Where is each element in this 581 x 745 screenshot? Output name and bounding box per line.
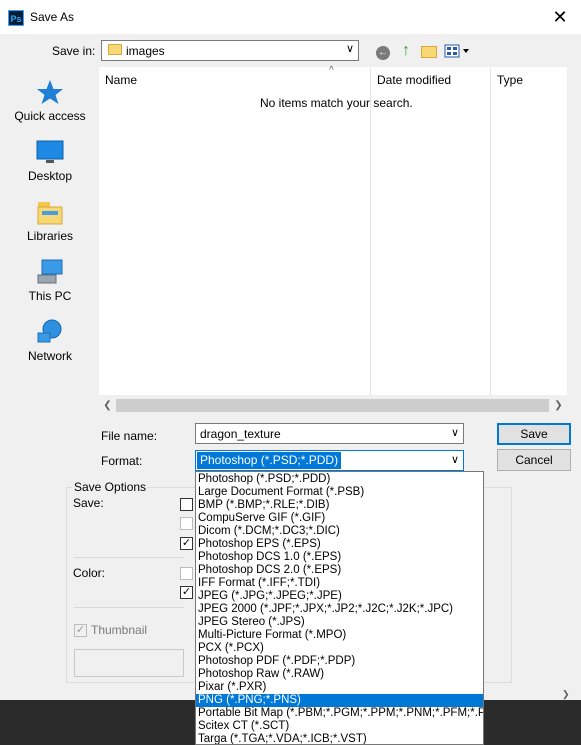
column-header-type[interactable]: Type [497,73,523,87]
column-divider [370,67,371,395]
places-bar: Quick access Desktop Libraries This PC N… [4,67,96,367]
place-label: Network [27,349,72,363]
format-option[interactable]: Pixar (*.PXR) [196,681,483,694]
place-network[interactable]: Network [4,319,96,363]
horizontal-scrollbar[interactable]: ❮ ❯ [99,397,567,414]
divider [74,557,184,558]
column-divider [490,67,491,395]
save-option-checkbox[interactable] [180,498,193,511]
save-in-value: images [126,44,165,58]
scrollbar-thumb[interactable] [116,399,549,412]
desktop-icon [36,140,64,163]
chevron-down-icon: ∨ [345,43,354,55]
file-name-input[interactable]: dragon_texture ∨ [195,423,464,444]
save-option-checkbox[interactable] [180,517,193,530]
this-pc-icon [37,259,63,284]
format-option[interactable]: Photoshop Raw (*.RAW) [196,668,483,681]
format-option[interactable]: Dicom (*.DCM;*.DC3;*.DIC) [196,525,483,538]
place-quick-access[interactable]: Quick access [4,79,96,123]
back-button[interactable]: ← [373,41,393,61]
color-option-checkbox[interactable]: ✓ [180,586,193,599]
format-option[interactable]: PNG (*.PNG;*.PNS) [196,694,483,707]
options-panel [74,649,184,677]
libraries-icon [37,202,63,225]
format-option[interactable]: Photoshop DCS 2.0 (*.EPS) [196,564,483,577]
file-name-label: File name: [101,429,158,443]
chevron-down-icon: ∨ [450,454,459,466]
place-this-pc[interactable]: This PC [4,259,96,303]
format-option[interactable]: JPEG Stereo (*.JPS) [196,616,483,629]
save-options-title: Save Options [72,480,149,494]
column-header-name[interactable]: Name [105,73,137,87]
window-title: Save As [30,10,75,24]
place-label: This PC [28,289,72,303]
cancel-button[interactable]: Cancel [497,449,571,471]
format-label: Format: [101,454,143,468]
scroll-right-icon[interactable]: ❯ [562,689,570,700]
save-button[interactable]: Save [497,423,571,445]
format-option[interactable]: JPEG 2000 (*.JPF;*.JPX;*.JP2;*.J2C;*.J2K… [196,603,483,616]
format-option[interactable]: Photoshop PDF (*.PDF;*.PDP) [196,655,483,668]
view-menu-button[interactable] [443,41,471,61]
place-label: Quick access [14,109,86,123]
new-folder-button[interactable] [419,41,439,61]
thumbnail-checkbox[interactable]: ✓ [74,624,87,637]
close-icon[interactable]: ✕ [548,6,572,28]
color-label: Color: [73,566,106,580]
up-one-level-button[interactable]: ↑ [396,41,416,61]
color-option-checkbox[interactable] [180,567,193,580]
up-folder-icon: ↑ [402,42,410,59]
format-option[interactable]: IFF Format (*.IFF;*.TDI) [196,577,483,590]
file-list[interactable]: ^ Name Date modified Type No items match… [99,65,567,395]
format-option[interactable]: Large Document Format (*.PSB) [196,486,483,499]
view-menu-icon [444,44,469,58]
format-option[interactable]: Targa (*.TGA;*.VDA;*.ICB;*.VST) [196,733,483,744]
place-libraries[interactable]: Libraries [4,199,96,243]
chevron-down-icon[interactable]: ∨ [451,426,459,439]
thumbnail-label: Thumbnail [91,623,148,637]
format-option[interactable]: BMP (*.BMP;*.RLE;*.DIB) [196,499,483,512]
save-in-dropdown[interactable]: images ∨ [101,40,359,61]
empty-list-message: No items match your search. [260,96,413,110]
save-option-checkbox[interactable]: ✓ [180,537,193,550]
format-option[interactable]: JPEG (*.JPG;*.JPEG;*.JPE) [196,590,483,603]
divider [74,607,184,608]
format-option[interactable]: Scitex CT (*.SCT) [196,720,483,733]
save-label: Save: [73,496,104,510]
format-options-list[interactable]: Photoshop (*.PSD;*.PDD) Large Document Fo… [195,471,484,745]
place-label: Desktop [27,169,73,183]
format-option[interactable]: Photoshop EPS (*.EPS) [196,538,483,551]
save-in-label: Save in: [52,44,96,58]
photoshop-app-icon: Ps [8,10,24,26]
star-icon [37,80,63,104]
back-arrow-icon: ← [376,46,390,60]
network-icon [37,319,62,343]
folder-icon [108,44,122,55]
format-option[interactable]: Photoshop (*.PSD;*.PDD) [196,473,483,486]
format-option[interactable]: Multi-Picture Format (*.MPO) [196,629,483,642]
file-name-value: dragon_texture [200,427,281,441]
place-label: Libraries [26,229,74,243]
format-value: Photoshop (*.PSD;*.PDD) [197,452,342,469]
place-desktop[interactable]: Desktop [4,139,96,183]
scroll-right-icon[interactable]: ❯ [550,397,567,414]
format-option[interactable]: CompuServe GIF (*.GIF) [196,512,483,525]
scroll-left-icon[interactable]: ❮ [99,397,116,414]
column-header-date-modified[interactable]: Date modified [377,73,451,87]
format-option[interactable]: Photoshop DCS 1.0 (*.EPS) [196,551,483,564]
format-dropdown[interactable]: Photoshop (*.PSD;*.PDD) ∨ [195,450,464,471]
title-bar: Ps Save As ✕ [0,0,581,34]
sort-ascending-icon: ^ [329,65,334,76]
format-option[interactable]: Portable Bit Map (*.PBM;*.PGM;*.PPM;*.PN… [196,707,483,720]
new-folder-icon [421,46,437,58]
format-option[interactable]: PCX (*.PCX) [196,642,483,655]
